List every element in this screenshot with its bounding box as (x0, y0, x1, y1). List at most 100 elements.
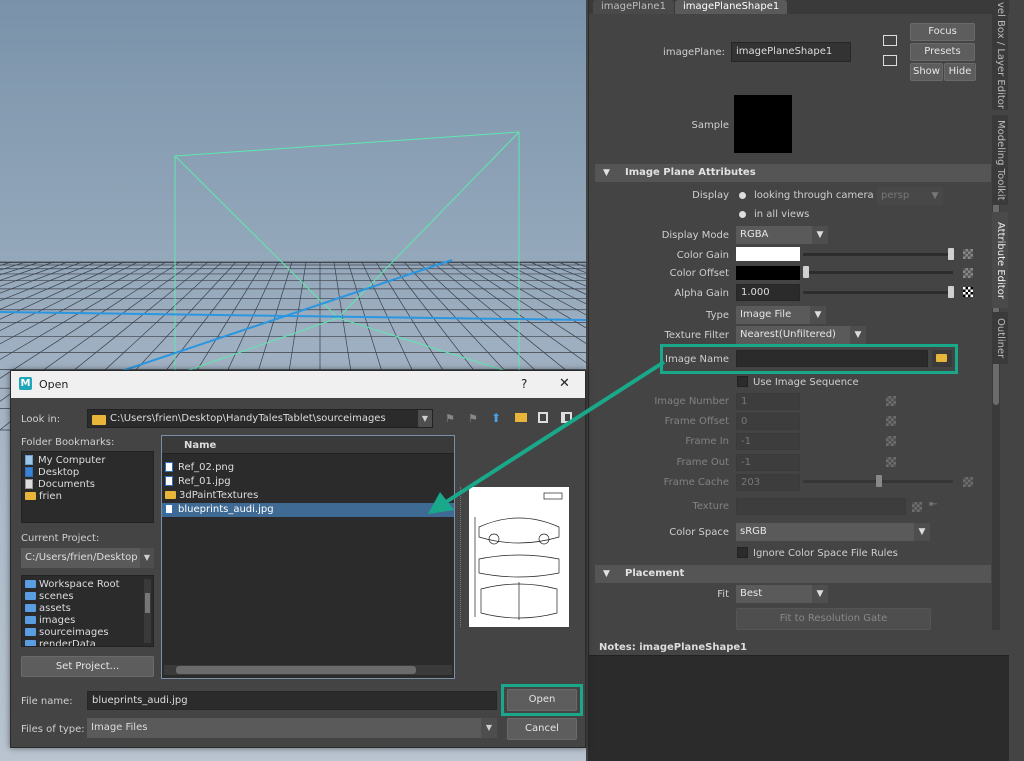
detail-view-icon[interactable] (561, 412, 572, 423)
project-folder[interactable]: scenes (22, 591, 74, 603)
project-list-scrollbar[interactable] (144, 579, 151, 643)
up-folder-icon[interactable]: ⬆ (491, 411, 501, 425)
image-name-field[interactable] (736, 350, 928, 367)
section-placement[interactable]: ▼ Placement (595, 565, 991, 583)
color-offset-handle[interactable] (803, 266, 809, 278)
alpha-gain-slider[interactable] (803, 291, 953, 294)
color-offset-slider[interactable] (803, 271, 953, 274)
frame-cache-field[interactable]: 203 (736, 474, 800, 491)
project-folder[interactable]: sourceimages (22, 627, 109, 639)
browse-folder-button[interactable] (932, 350, 952, 367)
look-in-combo[interactable]: C:\Users\frien\Desktop\HandyTalesTablet\… (87, 409, 433, 428)
project-folders-list[interactable]: Workspace Root scenes assets images sour… (21, 575, 154, 647)
bookmark-documents[interactable]: Documents (22, 479, 95, 491)
map-icon[interactable] (912, 502, 922, 512)
ignore-rules-checkbox[interactable] (737, 547, 748, 558)
alpha-gain-handle[interactable] (948, 286, 954, 298)
project-folder[interactable]: assets (22, 603, 71, 615)
map-icon[interactable] (886, 436, 896, 446)
set-project-button[interactable]: Set Project... (21, 656, 154, 677)
open-button[interactable]: Open (507, 689, 577, 711)
map-icon[interactable] (963, 268, 973, 278)
help-button[interactable]: ? (521, 377, 527, 391)
files-of-type-combo[interactable]: Image Files ▼ (87, 718, 497, 738)
input-arrow-icon[interactable]: ⇤ (929, 499, 937, 510)
map-icon[interactable] (886, 457, 896, 467)
tab-imageplaneshape1[interactable]: imagePlaneShape1 (675, 0, 788, 14)
imageplane-name-field[interactable]: imagePlaneShape1 (731, 42, 851, 62)
file-name: Ref_02.png (178, 462, 235, 473)
side-tab-attribute-editor[interactable]: Attribute Editor (992, 212, 1008, 308)
scrollbar-thumb[interactable] (176, 666, 416, 674)
side-tab-layer-editor[interactable]: vel Box / Layer Editor (992, 0, 1008, 110)
color-gain-slider[interactable] (803, 253, 953, 256)
folder-icon (92, 415, 106, 425)
radio-all-views[interactable] (739, 211, 746, 218)
bookmark-frien[interactable]: frien (22, 491, 62, 503)
folder-row[interactable]: 3dPaintTextures (162, 490, 454, 502)
bookmark-my-computer[interactable]: My Computer (22, 455, 105, 467)
color-gain-swatch[interactable] (736, 247, 800, 261)
map-icon[interactable] (886, 396, 896, 406)
map-icon[interactable] (963, 477, 973, 487)
file-list[interactable]: Name Ref_02.png Ref_01.jpg 3dPaintTextur… (161, 435, 455, 679)
new-folder-icon[interactable] (515, 413, 527, 422)
alpha-gain-field[interactable]: 1.000 (736, 284, 800, 301)
fit-to-resolution-gate-button[interactable]: Fit to Resolution Gate (736, 608, 931, 630)
map-icon[interactable] (963, 249, 973, 259)
file-row[interactable]: Ref_01.jpg (162, 476, 454, 488)
map-icon[interactable] (886, 416, 896, 426)
project-folder[interactable]: renderData (22, 639, 96, 646)
display-mode-dropdown[interactable]: RGBA ▼ (736, 226, 828, 244)
type-dropdown[interactable]: Image File ▼ (736, 306, 826, 324)
dialog-title-bar[interactable]: M Open ? ✕ (11, 371, 585, 398)
fit-dropdown[interactable]: Best ▼ (736, 585, 828, 603)
forward-icon[interactable]: ⚑ (468, 412, 478, 425)
section-image-plane-attributes[interactable]: ▼ Image Plane Attributes (595, 164, 991, 182)
bookmarks-list[interactable]: My Computer Desktop Documents frien (21, 451, 154, 523)
select-icon[interactable] (883, 35, 897, 46)
camera-frustum (174, 131, 520, 376)
display-opt2-label: in all views (754, 209, 810, 220)
scrollbar-thumb[interactable] (145, 593, 150, 613)
name-column-header[interactable]: Name (184, 440, 216, 451)
frame-out-field[interactable]: -1 (736, 454, 800, 471)
color-space-dropdown[interactable]: sRGB ▼ (736, 523, 930, 541)
frame-offset-field[interactable]: 0 (736, 413, 800, 430)
map-icon[interactable] (963, 287, 973, 297)
frame-cache-handle[interactable] (876, 475, 882, 487)
presets-button[interactable]: Presets (910, 43, 975, 61)
list-view-icon[interactable] (538, 412, 548, 423)
notes-textarea[interactable] (589, 655, 1009, 761)
close-button[interactable]: ✕ (559, 376, 570, 391)
frame-in-field[interactable]: -1 (736, 433, 800, 450)
project-folder[interactable]: images (22, 615, 75, 627)
camera-dropdown[interactable]: persp ▼ (877, 187, 943, 205)
focus-button[interactable]: Focus (910, 23, 975, 41)
back-icon[interactable]: ⚑ (445, 412, 455, 425)
texture-filter-dropdown[interactable]: Nearest(Unfiltered) ▼ (736, 326, 866, 344)
hide-button[interactable]: Hide (944, 63, 976, 81)
color-gain-handle[interactable] (948, 248, 954, 260)
side-tab-outliner[interactable]: Outliner (992, 312, 1008, 364)
file-name-input[interactable]: blueprints_audi.jpg (87, 691, 497, 710)
show-button[interactable]: Show (910, 63, 943, 81)
texture-field[interactable] (736, 498, 906, 515)
output-icon[interactable] (883, 55, 897, 66)
image-number-field[interactable]: 1 (736, 393, 800, 410)
chevron-down-icon: ▼ (810, 306, 826, 324)
tab-imageplane1[interactable]: imagePlane1 (593, 0, 674, 14)
use-image-sequence-checkbox[interactable] (737, 376, 748, 387)
side-tab-modeling-toolkit[interactable]: Modeling Toolkit (992, 115, 1008, 205)
radio-looking-through[interactable] (739, 192, 746, 199)
bookmark-desktop[interactable]: Desktop (22, 467, 79, 479)
file-row-selected[interactable]: blueprints_audi.jpg (162, 503, 454, 517)
file-list-hscrollbar[interactable] (164, 665, 452, 675)
current-project-combo[interactable]: C:/Users/frien/Desktop ▼ (21, 548, 154, 568)
folder-icon (25, 640, 36, 646)
splitter-handle[interactable] (460, 487, 462, 627)
color-offset-swatch[interactable] (736, 266, 800, 280)
cancel-button[interactable]: Cancel (507, 718, 577, 740)
file-row[interactable]: Ref_02.png (162, 462, 454, 474)
project-folder[interactable]: Workspace Root (22, 579, 120, 591)
